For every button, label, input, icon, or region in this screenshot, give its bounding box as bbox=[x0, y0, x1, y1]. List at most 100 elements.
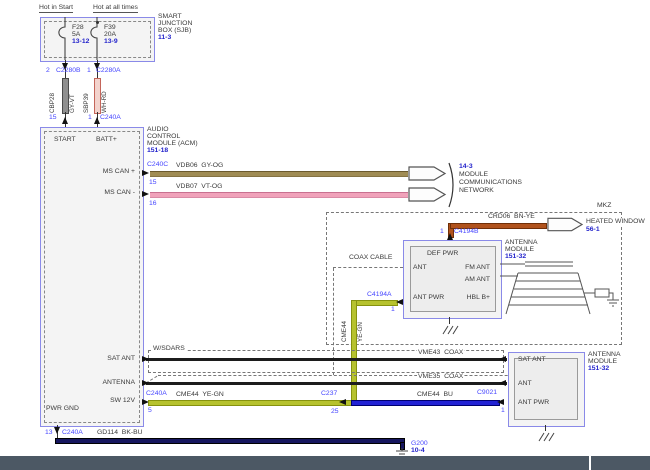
wire-vme35-label: VME35 COAX bbox=[417, 373, 464, 380]
wire-gd114-label: GD114 BK-BU bbox=[97, 429, 143, 436]
vert-wire-circuit: CME44 bbox=[342, 308, 349, 342]
arrow-up-icon bbox=[62, 117, 68, 124]
rear-window-antenna-grid-icon bbox=[500, 256, 620, 318]
sjb-ref: 11-3 bbox=[158, 34, 171, 41]
wire-gd114-bk-bu bbox=[55, 438, 405, 444]
coax-cable-dashed-line bbox=[333, 267, 403, 268]
arrow-up-icon bbox=[447, 233, 453, 240]
arrow-right-icon bbox=[142, 356, 149, 362]
coax-cable-label: COAX CABLE bbox=[348, 254, 393, 261]
arrow-left-icon bbox=[499, 356, 506, 362]
offpage-arrow-icon bbox=[408, 166, 446, 181]
conn-c237-name: C237 bbox=[321, 390, 337, 397]
conn-c2280a-name: C2280A bbox=[96, 67, 121, 74]
conn-c240c-pin16: 16 bbox=[149, 200, 157, 207]
network-line1: MODULE bbox=[459, 171, 488, 178]
wire-gy-vt bbox=[62, 78, 69, 114]
acm-pin-antenna: ANTENNA bbox=[103, 379, 135, 386]
fuse-f28-ref: 13-12 bbox=[72, 38, 89, 45]
sdars-tag: W/SDARS bbox=[152, 345, 186, 352]
gnd-conn-name: C240A bbox=[62, 429, 83, 436]
arrow-right-icon bbox=[142, 170, 149, 176]
arrow-left-icon bbox=[339, 399, 346, 405]
wire-sbp39-circuit: SBP39 bbox=[84, 79, 91, 113]
acm-conn-pin-batt: 1 bbox=[88, 114, 92, 121]
heated-window-ref: 56-1 bbox=[585, 226, 601, 233]
wire-vme43-coax bbox=[146, 358, 507, 361]
wire-vme43-label: VME43 COAX bbox=[417, 349, 464, 356]
acm-pin-sat-ant: SAT ANT bbox=[107, 355, 135, 362]
wire-cme44-yegn-label: CME44 YE-GN bbox=[176, 391, 224, 398]
arrow-up-icon bbox=[94, 117, 100, 124]
offpage-arrow-icon bbox=[408, 187, 446, 202]
junction-dot bbox=[96, 21, 99, 24]
conn-c4194b-name: C4194B bbox=[454, 228, 479, 235]
arrow-right-icon bbox=[142, 191, 149, 197]
conn-c240a-sw-pin: 5 bbox=[148, 407, 152, 414]
mkz-pin-def-pwr: DEF PWR bbox=[427, 250, 458, 257]
wire-vdb06-label: VDB06 GY-OG bbox=[176, 162, 223, 169]
mkz-tag: MKZ bbox=[596, 202, 612, 209]
arrow-right-icon bbox=[142, 380, 149, 386]
wire-sbp39-color: WH-RD bbox=[102, 79, 109, 113]
conn-c4194b-pin: 1 bbox=[440, 228, 444, 235]
acm-pin-ms-can-n: MS CAN - bbox=[104, 189, 135, 196]
acm-pin-sw12v: SW 12V bbox=[110, 397, 135, 404]
ant2-pin-ant-pwr: ANT PWR bbox=[518, 399, 549, 406]
ant2-module-ref: 151-32 bbox=[588, 365, 609, 372]
ant2-pin-ant: ANT bbox=[518, 380, 532, 387]
conn-c9021-name: C9021 bbox=[477, 389, 497, 396]
mkz-ground-stem bbox=[449, 317, 450, 324]
wire-cbp28-circuit: CBP28 bbox=[50, 79, 57, 113]
acm-pin-batt: BATT+ bbox=[96, 136, 117, 143]
hot-in-start-label: Hot in Start bbox=[39, 4, 73, 13]
conn-c9021-pin: 1 bbox=[501, 407, 505, 414]
conn-c240c-name: C240C bbox=[147, 161, 168, 168]
network-ref: 14-3 bbox=[459, 163, 473, 170]
wire-cme44-bu-label: CME44 BU bbox=[417, 391, 453, 398]
acm-pin-pwr-gnd: PWR GND bbox=[46, 405, 79, 412]
mkz-pin-ant-pwr: ANT PWR bbox=[413, 294, 444, 301]
network-line2: COMMUNICATIONS bbox=[459, 179, 522, 186]
group-brace-icon bbox=[448, 162, 458, 208]
acm-pin-ms-can-p: MS CAN + bbox=[103, 168, 135, 175]
acm-conn-name: C240A bbox=[100, 114, 121, 121]
mkz-pin-hbl: HBL B+ bbox=[467, 294, 490, 301]
gnd-conn-pin: 13 bbox=[45, 429, 53, 436]
ground-icon bbox=[441, 324, 459, 335]
network-line3: NETWORK bbox=[459, 187, 494, 194]
hot-at-all-times-label: Hot at all times bbox=[93, 4, 138, 13]
gnd-ref: 10-4 bbox=[411, 447, 425, 454]
wire-wh-rd bbox=[94, 78, 101, 114]
wire-vdb06-gy-og bbox=[150, 171, 408, 177]
mkz-pin-am-ant: AM ANT bbox=[465, 276, 490, 283]
arrow-down-icon bbox=[54, 427, 60, 434]
arrow-left-icon bbox=[499, 380, 506, 386]
wiring-diagram: Hot in Start Hot at all times F28 5A 13-… bbox=[0, 0, 650, 470]
acm-pin-start: START bbox=[54, 136, 76, 143]
wire-vme35-coax bbox=[146, 382, 507, 385]
horizontal-scrollbar-track[interactable] bbox=[0, 456, 650, 470]
wire-crd06-label: CRD06 BN-YE bbox=[487, 213, 536, 220]
mkz-pin-ant: ANT bbox=[413, 264, 427, 271]
fuse-f39-ref: 13-9 bbox=[104, 38, 118, 45]
offpage-arrow-icon bbox=[547, 217, 583, 232]
wire-vdb07-label: VDB07 VT-OG bbox=[176, 183, 222, 190]
acm-conn-pin-start: 15 bbox=[49, 114, 57, 121]
conn-c4194a-pin: 1 bbox=[391, 306, 395, 313]
arrow-left-icon bbox=[396, 299, 403, 305]
fuse-f28-icon bbox=[57, 17, 73, 60]
wire-cme44-bu bbox=[351, 400, 500, 406]
conn-c4194a-name: C4194A bbox=[367, 291, 392, 298]
conn-c2280b-name: C2280B bbox=[56, 67, 81, 74]
conn-c2280b-pin: 2 bbox=[46, 67, 50, 74]
ground-icon bbox=[537, 431, 555, 442]
heated-window-label: HEATED WINDOW bbox=[585, 218, 646, 225]
acm-ref: 151-18 bbox=[147, 147, 168, 154]
scrollbar-divider bbox=[589, 456, 591, 470]
antenna-module-inner bbox=[514, 358, 578, 420]
arrow-left-icon bbox=[497, 399, 504, 405]
wire-cme44-ye-gn bbox=[148, 400, 353, 406]
conn-c240c-pin15: 15 bbox=[149, 179, 157, 186]
wire-vdb07-vt-og bbox=[150, 192, 408, 198]
